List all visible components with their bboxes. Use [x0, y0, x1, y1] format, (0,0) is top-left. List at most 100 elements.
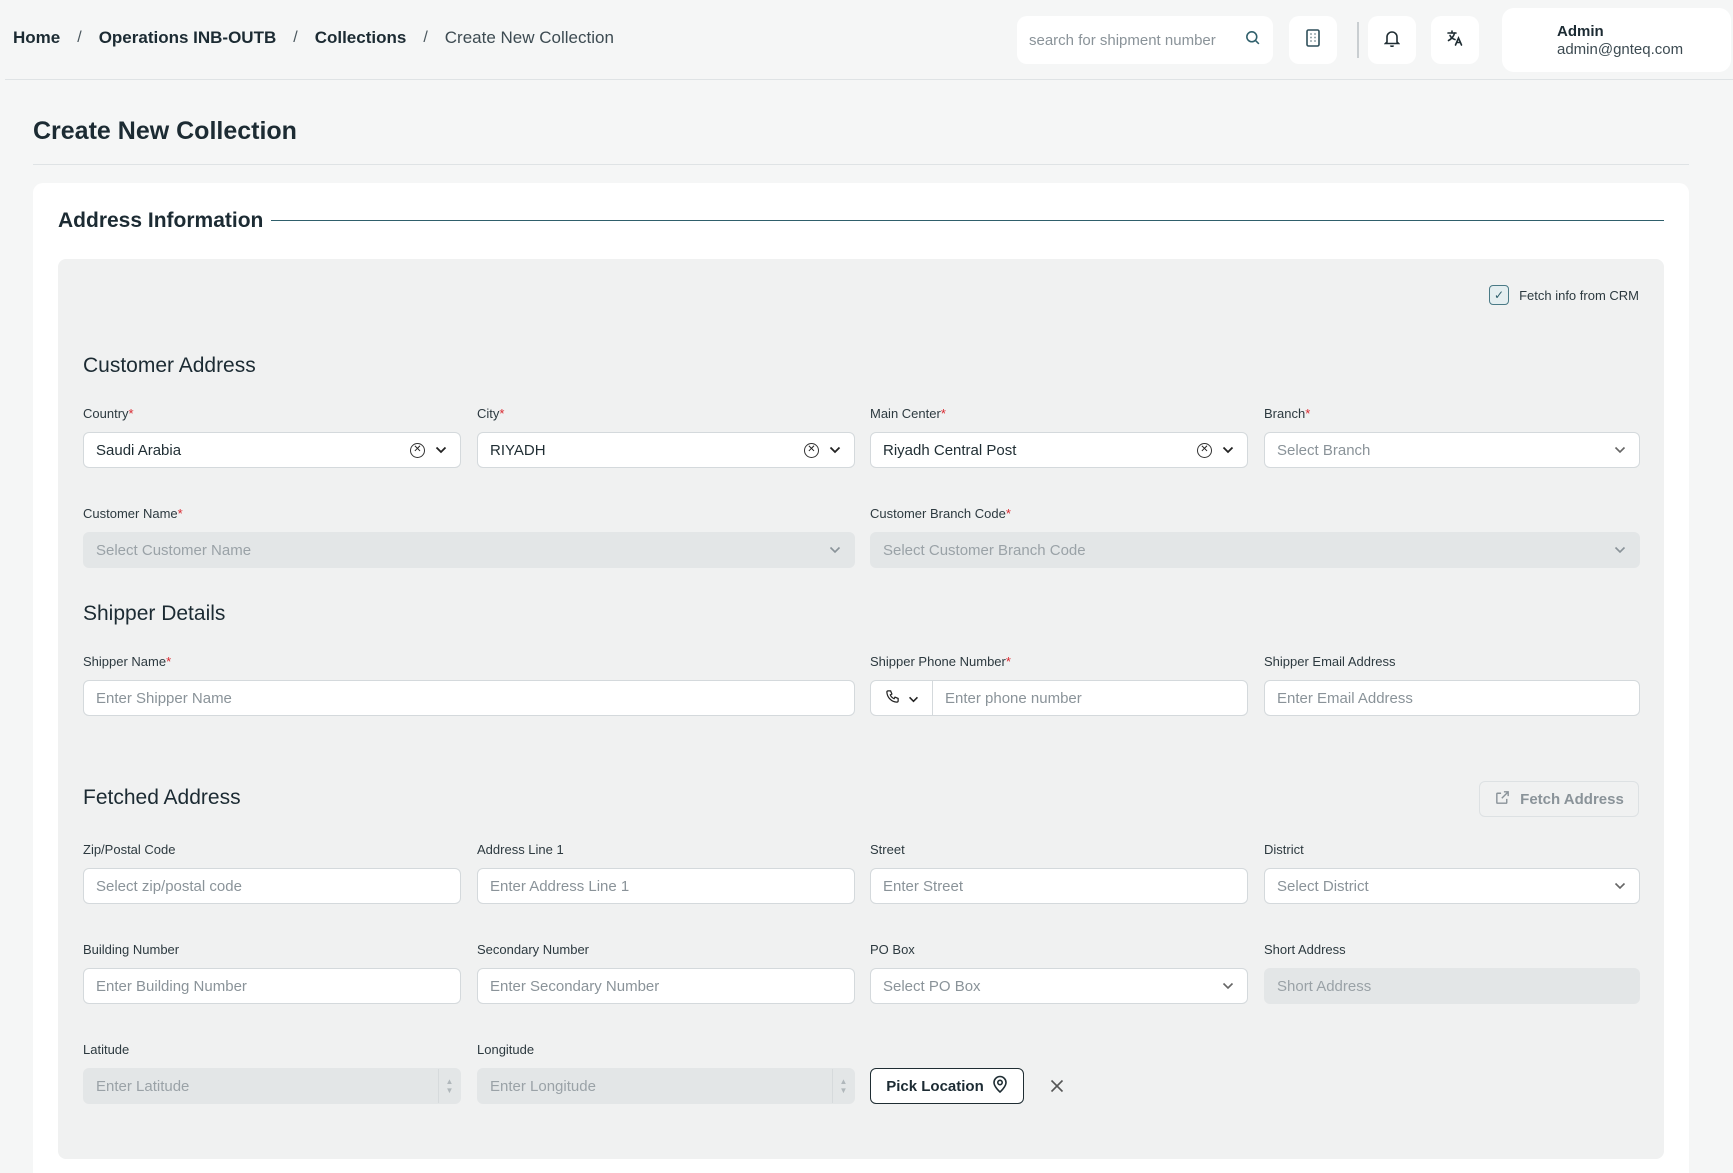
po-box-select[interactable]: Select PO Box [870, 968, 1248, 1004]
form-card: Address Information ✓ Fetch info from CR… [33, 183, 1689, 1173]
district-select[interactable]: Select District [1264, 868, 1640, 904]
header-divider [1357, 22, 1359, 58]
breadcrumb-separator: / [77, 29, 82, 46]
user-name: Admin [1557, 23, 1604, 40]
longitude-input[interactable]: Enter Longitude ▲ ▼ [477, 1068, 855, 1104]
shipper-name-placeholder: Enter Shipper Name [96, 689, 232, 707]
district-placeholder: Select District [1277, 877, 1369, 895]
latitude-input[interactable]: Enter Latitude ▲ ▼ [83, 1068, 461, 1104]
customer-address-title: Customer Address [83, 354, 256, 377]
number-spinner[interactable]: ▲ ▼ [438, 1069, 460, 1103]
short-address-input[interactable]: Short Address [1264, 968, 1640, 1004]
chevron-down-icon [828, 543, 842, 557]
clear-icon[interactable]: ✕ [410, 442, 425, 458]
main-center-select[interactable]: Riyadh Central Post ✕ [870, 432, 1248, 468]
address-panel: ✓ Fetch info from CRM Customer Address C… [58, 259, 1664, 1159]
city-select[interactable]: RIYADH ✕ [477, 432, 855, 468]
title-divider [33, 164, 1689, 165]
customer-name-label: Customer Name* [83, 506, 183, 521]
fetch-address-button[interactable]: Fetch Address [1479, 781, 1639, 817]
address-line1-label: Address Line 1 [477, 842, 564, 857]
shipper-phone-placeholder: Enter phone number [945, 689, 1082, 707]
notifications-button[interactable] [1368, 16, 1416, 64]
chevron-down-icon[interactable] [1221, 979, 1235, 993]
pick-location-label: Pick Location [886, 1077, 984, 1095]
country-select[interactable]: Saudi Arabia ✕ [83, 432, 461, 468]
fetch-crm-checkbox[interactable]: ✓ Fetch info from CRM [1489, 285, 1639, 305]
building-number-input[interactable]: Enter Building Number [83, 968, 461, 1004]
spinner-down-icon[interactable]: ▼ [840, 1086, 848, 1095]
clear-icon[interactable]: ✕ [1197, 442, 1212, 458]
map-pin-icon [992, 1075, 1008, 1097]
zip-placeholder: Select zip/postal code [96, 877, 242, 895]
shipment-search [1017, 16, 1273, 64]
clear-icon[interactable]: ✕ [804, 442, 819, 458]
chevron-down-icon[interactable] [434, 443, 448, 457]
shipment-search-input[interactable] [1029, 31, 1244, 49]
street-label: Street [870, 842, 905, 857]
spinner-down-icon[interactable]: ▼ [446, 1086, 454, 1095]
zip-label: Zip/Postal Code [83, 842, 176, 857]
spinner-up-icon[interactable]: ▲ [446, 1077, 454, 1086]
clear-location-icon[interactable] [1048, 1077, 1066, 1095]
shipper-name-input[interactable]: Enter Shipper Name [83, 680, 855, 716]
external-link-icon [1494, 789, 1511, 810]
user-profile[interactable]: Admin admin@gnteq.com [1502, 8, 1731, 72]
shipper-phone-input[interactable]: Enter phone number [870, 680, 1248, 716]
customer-branch-code-select[interactable]: Select Customer Branch Code [870, 532, 1640, 568]
secondary-number-placeholder: Enter Secondary Number [490, 977, 660, 995]
secondary-number-input[interactable]: Enter Secondary Number [477, 968, 855, 1004]
breadcrumb-separator: / [423, 29, 428, 46]
building-number-placeholder: Enter Building Number [96, 977, 247, 995]
customer-name-select[interactable]: Select Customer Name [83, 532, 855, 568]
search-icon[interactable] [1244, 29, 1261, 51]
chevron-down-icon[interactable] [828, 443, 842, 457]
section-title: Address Information [58, 209, 264, 232]
chevron-down-icon[interactable] [1613, 443, 1627, 457]
city-label: City* [477, 406, 505, 421]
bell-icon [1383, 29, 1401, 52]
checkbox-checked-icon[interactable]: ✓ [1489, 285, 1510, 305]
longitude-label: Longitude [477, 1042, 535, 1057]
breadcrumb-separator: / [293, 29, 298, 46]
fetch-crm-label: Fetch info from CRM [1519, 287, 1639, 303]
country-code-selector[interactable] [871, 681, 933, 715]
phone-icon [885, 689, 900, 708]
page-title: Create New Collection [33, 117, 297, 145]
fetched-address-title: Fetched Address [83, 786, 241, 809]
breadcrumb-collections[interactable]: Collections [315, 28, 407, 48]
latitude-placeholder: Enter Latitude [96, 1077, 190, 1095]
fetch-address-label: Fetch Address [1520, 790, 1624, 808]
po-box-label: PO Box [870, 942, 915, 957]
customer-branch-code-label: Customer Branch Code* [870, 506, 1011, 521]
organization-button[interactable] [1289, 16, 1337, 64]
building-number-label: Building Number [83, 942, 180, 957]
breadcrumb-current: Create New Collection [444, 28, 614, 47]
branch-select[interactable]: Select Branch [1264, 432, 1640, 468]
user-email: admin@gnteq.com [1557, 41, 1684, 58]
short-address-label: Short Address [1264, 942, 1346, 957]
shipper-email-placeholder: Enter Email Address [1277, 689, 1413, 707]
number-spinner[interactable]: ▲ ▼ [832, 1069, 854, 1103]
address-line1-input[interactable]: Enter Address Line 1 [477, 868, 855, 904]
secondary-number-label: Secondary Number [477, 942, 589, 957]
breadcrumb-home[interactable]: Home [13, 28, 60, 48]
street-input[interactable]: Enter Street [870, 868, 1248, 904]
chevron-down-icon [908, 690, 919, 707]
shipper-email-input[interactable]: Enter Email Address [1264, 680, 1640, 716]
top-bar: Home / Operations INB-OUTB / Collections… [5, 0, 1733, 80]
breadcrumb-operations[interactable]: Operations INB-OUTB [99, 28, 277, 48]
street-placeholder: Enter Street [883, 877, 964, 895]
section-divider [271, 220, 1664, 221]
pick-location-button[interactable]: Pick Location [870, 1068, 1024, 1104]
language-button[interactable] [1431, 16, 1479, 64]
chevron-down-icon[interactable] [1613, 879, 1627, 893]
district-label: District [1264, 842, 1304, 857]
po-box-placeholder: Select PO Box [883, 977, 981, 995]
zip-input[interactable]: Select zip/postal code [83, 868, 461, 904]
short-address-placeholder: Short Address [1277, 977, 1372, 995]
building-icon [1305, 28, 1321, 52]
spinner-up-icon[interactable]: ▲ [840, 1077, 848, 1086]
shipper-name-label: Shipper Name* [83, 654, 172, 669]
chevron-down-icon[interactable] [1221, 443, 1235, 457]
